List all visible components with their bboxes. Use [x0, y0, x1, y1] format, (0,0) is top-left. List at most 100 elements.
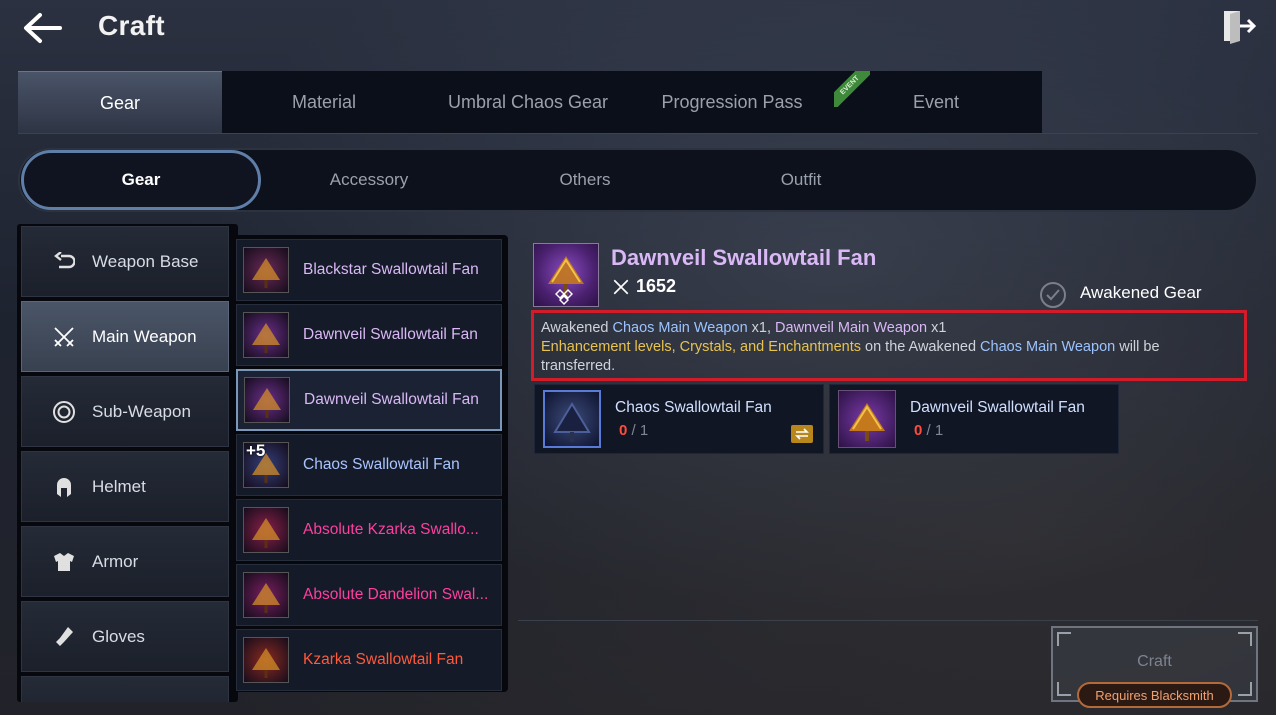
- item-image: [244, 377, 290, 423]
- item-row[interactable]: Dawnveil Swallowtail Fan: [236, 304, 502, 366]
- sub-tab-bar: Gear Accessory Others Outfit: [18, 148, 1258, 212]
- frame-corner: [1057, 632, 1071, 646]
- material-count: 0 / 1: [914, 422, 1085, 439]
- tab-event[interactable]: EVENT Event: [834, 71, 1038, 134]
- awakening-info-box: Awakened Chaos Main Weapon x1, Dawnveil …: [531, 310, 1247, 381]
- item-image: [243, 637, 289, 683]
- attack-power: 1652: [612, 276, 676, 297]
- back-button[interactable]: [20, 8, 64, 48]
- info-text: x1: [927, 320, 947, 336]
- divider: [518, 620, 1258, 621]
- category-armor[interactable]: Armor: [21, 526, 229, 597]
- category-helmet[interactable]: Helmet: [21, 451, 229, 522]
- selected-item-image: [533, 243, 599, 307]
- tab-gear[interactable]: Gear: [18, 71, 222, 134]
- item-row[interactable]: Kzarka Swallowtail Fan: [236, 629, 502, 691]
- subtab-accessory[interactable]: Accessory: [261, 152, 477, 208]
- tab-progression-pass[interactable]: Progression Pass: [630, 71, 834, 134]
- event-badge: EVENT: [834, 71, 870, 107]
- event-badge-label: EVENT: [834, 71, 870, 107]
- requirement-badge: Requires Blacksmith: [1077, 682, 1232, 708]
- frame-corner: [1238, 632, 1252, 646]
- item-row[interactable]: Blackstar Swallowtail Fan: [236, 239, 502, 301]
- category-label: Gloves: [92, 626, 145, 646]
- subtab-others[interactable]: Others: [477, 152, 693, 208]
- material-card[interactable]: Dawnveil Swallowtail Fan 0 / 1: [829, 384, 1119, 454]
- item-row[interactable]: +5 Chaos Swallowtail Fan: [236, 434, 502, 496]
- subtab-gear[interactable]: Gear: [21, 150, 261, 210]
- category-label: Sub-Weapon: [92, 401, 191, 421]
- category-more[interactable]: [21, 676, 229, 702]
- selected-item-title: Dawnveil Swallowtail Fan: [611, 245, 877, 270]
- crossed-swords-icon: [50, 325, 78, 349]
- material-name: Dawnveil Swallowtail Fan: [910, 399, 1085, 416]
- item-name: Absolute Dandelion Swal...: [303, 586, 489, 603]
- material-card[interactable]: Chaos Swallowtail Fan 0 / 1: [534, 384, 824, 454]
- category-label: Helmet: [92, 476, 146, 496]
- category-weapon-base[interactable]: Weapon Base: [21, 226, 229, 297]
- attack-power-value: 1652: [636, 276, 677, 296]
- material-have: 0: [619, 422, 628, 439]
- info-highlight: Chaos Main Weapon: [980, 339, 1116, 355]
- swap-icon[interactable]: [791, 425, 813, 443]
- material-need: 1: [639, 422, 649, 439]
- top-tab-bar: Gear Material Umbral Chaos Gear Progress…: [18, 71, 1042, 134]
- info-text: on the Awakened: [860, 339, 981, 355]
- item-name: Kzarka Swallowtail Fan: [303, 651, 464, 668]
- craft-button-label: Craft: [1137, 653, 1172, 670]
- tab-material[interactable]: Material: [222, 71, 426, 134]
- tab-label: Umbral Chaos Gear: [447, 92, 609, 112]
- exit-door-icon: [1224, 11, 1256, 44]
- material-count: 0 / 1: [619, 422, 772, 439]
- item-row[interactable]: Dawnveil Swallowtail Fan: [236, 369, 502, 431]
- item-row[interactable]: Absolute Dandelion Swal...: [236, 564, 502, 626]
- tab-label: Gear: [99, 92, 141, 113]
- awakened-gear-checkbox[interactable]: [1040, 282, 1066, 308]
- enhancement-level: +5: [246, 441, 266, 460]
- tab-label: Material: [291, 92, 357, 112]
- item-image: +5: [243, 441, 289, 488]
- tab-label: Event: [912, 92, 960, 112]
- category-label: Main Weapon: [92, 326, 197, 346]
- item-name: Dawnveil Swallowtail Fan: [304, 391, 479, 408]
- check-icon: [1046, 289, 1060, 301]
- material-separator: /: [631, 422, 636, 439]
- category-sub-weapon[interactable]: Sub-Weapon: [21, 376, 229, 447]
- exit-button[interactable]: [1218, 6, 1258, 46]
- info-text: Awakened: [541, 320, 613, 336]
- helmet-icon: [50, 476, 78, 498]
- weapon-base-icon: [50, 251, 78, 272]
- item-name: Chaos Swallowtail Fan: [303, 456, 460, 473]
- item-name: Dawnveil Swallowtail Fan: [303, 326, 478, 343]
- info-highlight: Chaos Main Weapon: [612, 320, 748, 336]
- material-name: Chaos Swallowtail Fan: [615, 399, 772, 416]
- tab-divider: [18, 133, 1258, 134]
- armor-icon: [50, 551, 78, 573]
- crossed-swords-icon: [613, 279, 629, 294]
- item-image: [243, 572, 289, 618]
- item-list: Blackstar Swallowtail Fan Dawnveil Swallo…: [230, 235, 508, 692]
- category-label: Armor: [92, 551, 139, 571]
- info-highlight: Enhancement levels, Crystals, and Enchan…: [541, 339, 861, 355]
- shield-ring-icon: [50, 400, 78, 424]
- item-image: [243, 247, 289, 293]
- item-name: Blackstar Swallowtail Fan: [303, 261, 479, 278]
- info-highlight: Dawnveil Main Weapon: [775, 320, 928, 336]
- awakened-gear-label: Awakened Gear: [1080, 283, 1202, 302]
- item-row[interactable]: Absolute Kzarka Swallo...: [236, 499, 502, 561]
- subtab-outfit[interactable]: Outfit: [693, 152, 909, 208]
- frame-corner: [1057, 682, 1071, 696]
- item-name: Absolute Kzarka Swallo...: [303, 521, 479, 538]
- category-main-weapon[interactable]: Main Weapon: [21, 301, 229, 372]
- gloves-icon: [50, 626, 78, 648]
- tab-umbral-chaos-gear[interactable]: Umbral Chaos Gear: [426, 71, 630, 134]
- arrow-left-icon: [24, 13, 62, 43]
- category-gloves[interactable]: Gloves: [21, 601, 229, 672]
- info-text: x1,: [747, 320, 776, 336]
- material-have: 0: [914, 422, 923, 439]
- item-image: [243, 312, 289, 358]
- category-list: Weapon Base Main Weapon Sub-Weapon Helme…: [17, 224, 238, 702]
- tab-label: Progression Pass: [661, 92, 803, 112]
- material-separator: /: [926, 422, 931, 439]
- material-image: [838, 390, 896, 448]
